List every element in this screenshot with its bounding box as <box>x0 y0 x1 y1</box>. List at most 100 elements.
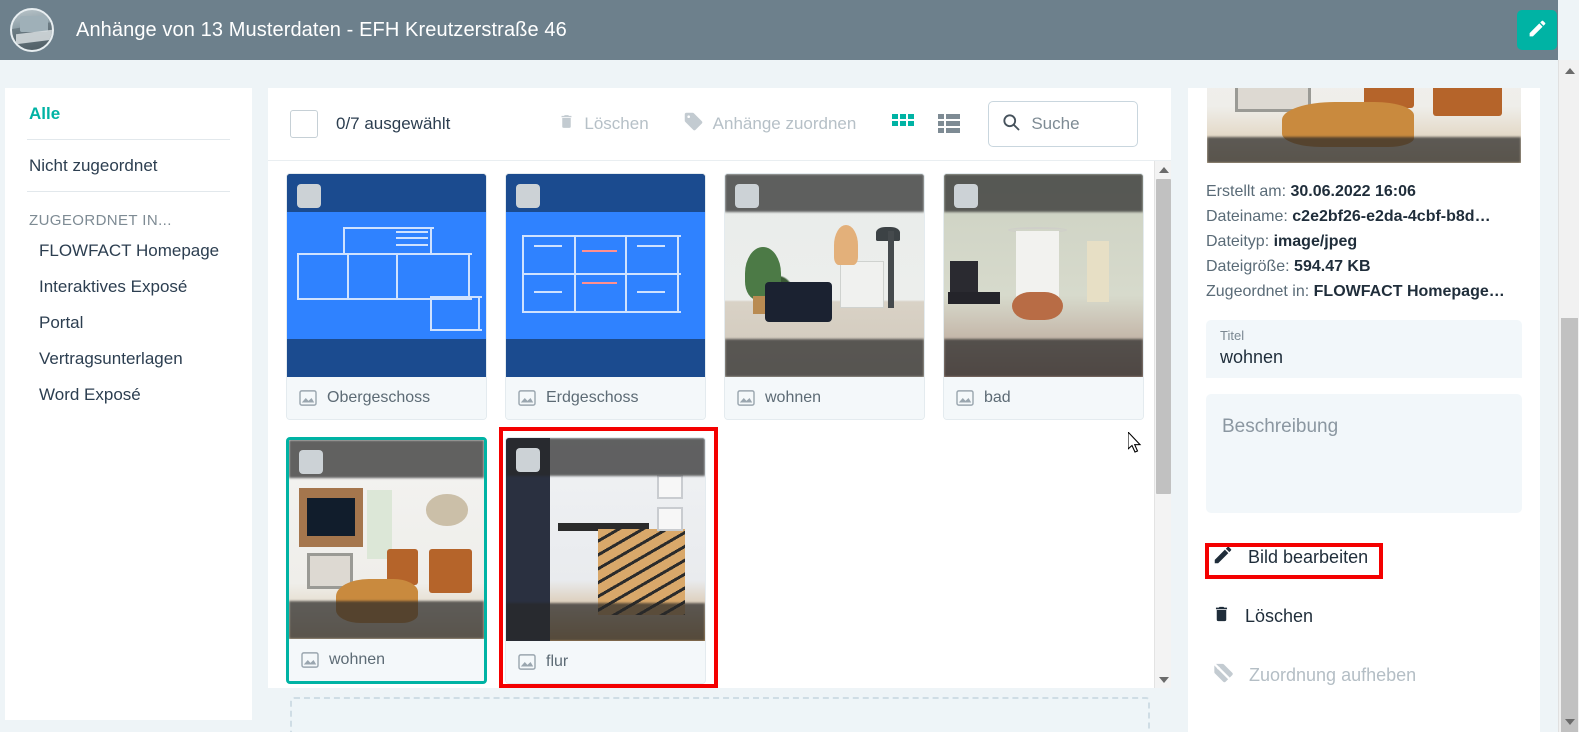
attachment-checkbox[interactable] <box>735 184 759 208</box>
attachment-label-row: wohnen <box>289 639 484 681</box>
select-all-checkbox[interactable] <box>290 110 318 138</box>
app-header: Anhänge von 13 Musterdaten - EFH Kreutze… <box>0 0 1558 60</box>
trash-icon <box>1212 603 1231 630</box>
view-toggle-group <box>892 114 962 134</box>
attachment-details-panel: Erstellt am: 30.06.2022 16:06 Dateiname:… <box>1188 88 1540 732</box>
page-scroll-down-arrow[interactable] <box>1559 711 1579 732</box>
assign-attachments-label: Anhänge zuordnen <box>712 114 857 133</box>
page-title: Anhänge von 13 Musterdaten - EFH Kreutze… <box>76 18 567 41</box>
delete-button[interactable]: Löschen <box>558 111 649 137</box>
delete-attachment-label: Löschen <box>1245 606 1314 626</box>
sidebar-item-vertragsunterlagen[interactable]: Vertragsunterlagen <box>27 341 230 377</box>
image-icon <box>956 390 974 406</box>
meta-filesize-value: 594.47 KB <box>1294 258 1371 275</box>
edit-image-button[interactable]: Bild bearbeiten <box>1206 539 1374 576</box>
page-scrollbar-thumb[interactable] <box>1561 318 1578 732</box>
meta-assigned-value: FLOWFACT Homepage… <box>1313 283 1505 300</box>
sidebar-item-portal[interactable]: Portal <box>27 305 230 341</box>
grid-scrollbar[interactable] <box>1154 161 1171 688</box>
sidebar-group-title: ZUGEORDNET IN... <box>29 212 172 229</box>
attachment-checkbox[interactable] <box>516 448 540 472</box>
attachment-card[interactable]: wohnen <box>724 173 925 420</box>
search-input[interactable]: Suche <box>988 101 1139 147</box>
meta-created-key: Erstellt am: <box>1206 183 1287 200</box>
attachment-checkbox[interactable] <box>297 184 321 208</box>
attachment-card-selected[interactable]: wohnen <box>286 437 487 684</box>
list-view-icon[interactable] <box>938 114 962 134</box>
unassign-label: Zuordnung aufheben <box>1249 665 1417 685</box>
unassign-button: Zuordnung aufheben <box>1206 657 1422 694</box>
title-field[interactable]: Titel wohnen <box>1206 320 1522 378</box>
category-sidebar: Alle Nicht zugeordnet ZUGEORDNET IN... F… <box>5 88 252 720</box>
attachment-metadata: Erstellt am: 30.06.2022 16:06 Dateiname:… <box>1206 179 1522 304</box>
sidebar-item-flowfact-homepage[interactable]: FLOWFACT Homepage <box>27 233 230 269</box>
edit-image-label: Bild bearbeiten <box>1248 547 1369 567</box>
meta-filetype-key: Dateityp: <box>1206 233 1270 250</box>
attachment-card[interactable]: Obergeschoss <box>286 173 487 420</box>
attachment-label: wohnen <box>329 651 386 668</box>
attachment-label: flur <box>546 653 569 670</box>
app-root: Anhänge von 13 Musterdaten - EFH Kreutze… <box>0 0 1579 732</box>
scroll-down-arrow[interactable] <box>1155 671 1172 688</box>
attachment-label: Erdgeschoss <box>546 389 639 406</box>
page-scrollbar[interactable] <box>1558 60 1579 732</box>
attachments-grid-wrapper: Obergeschoss Erdgeschoss wohnen bad wohn… <box>268 161 1171 688</box>
attachment-card[interactable]: Erdgeschoss <box>505 173 706 420</box>
meta-filename: Dateiname: c2e2bf26-e2da-4cbf-b8d… <box>1206 204 1522 229</box>
pencil-icon <box>1212 544 1234 571</box>
search-placeholder: Suche <box>1031 114 1080 133</box>
meta-created: Erstellt am: 30.06.2022 16:06 <box>1206 179 1522 204</box>
attachment-label-row: Obergeschoss <box>287 377 486 419</box>
meta-filetype: Dateityp: image/jpeg <box>1206 229 1522 254</box>
attachment-label: Obergeschoss <box>327 389 431 406</box>
attachments-toolbar: 0/7 ausgewählt Löschen Anhänge zuordnen <box>268 88 1171 161</box>
attachment-card[interactable]: flur <box>505 437 706 684</box>
tag-icon <box>683 111 704 137</box>
sidebar-item-word-expose[interactable]: Word Exposé <box>27 377 230 413</box>
upload-dropzone[interactable] <box>290 697 1150 732</box>
avatar <box>10 8 54 52</box>
meta-filename-key: Dateiname: <box>1206 208 1288 225</box>
attachment-label-row: Erdgeschoss <box>506 377 705 419</box>
attachments-panel: 0/7 ausgewählt Löschen Anhänge zuordnen <box>268 88 1171 688</box>
meta-assigned-key: Zugeordnet in: <box>1206 283 1310 300</box>
title-field-value: wohnen <box>1220 347 1284 367</box>
pencil-icon <box>1527 18 1548 42</box>
meta-filetype-value: image/jpeg <box>1273 233 1358 250</box>
meta-filename-value: c2e2bf26-e2da-4cbf-b8d… <box>1292 208 1491 225</box>
sidebar-item-nicht-zugeordnet[interactable]: Nicht zugeordnet <box>27 140 230 191</box>
attachment-label-row: flur <box>506 641 705 683</box>
description-field[interactable]: Beschreibung <box>1206 394 1522 513</box>
delete-button-label: Löschen <box>584 114 649 133</box>
attachment-card[interactable]: bad <box>943 173 1144 420</box>
header-edit-button[interactable] <box>1517 10 1557 50</box>
assign-attachments-button[interactable]: Anhänge zuordnen <box>683 111 857 137</box>
attachment-checkbox[interactable] <box>299 450 323 474</box>
attachment-label: bad <box>984 389 1011 406</box>
attachment-thumbnail <box>944 174 1143 377</box>
attachments-grid: Obergeschoss Erdgeschoss wohnen bad wohn… <box>268 161 1149 688</box>
meta-filesize-key: Dateigröße: <box>1206 258 1290 275</box>
selection-count-label: 0/7 ausgewählt <box>336 114 451 133</box>
attachment-preview-image <box>1207 88 1521 163</box>
scroll-up-arrow[interactable] <box>1155 161 1172 178</box>
grid-view-icon[interactable] <box>892 114 916 134</box>
image-icon <box>518 654 536 670</box>
image-icon <box>737 390 755 406</box>
attachment-thumbnail <box>506 174 705 377</box>
attachment-label-row: wohnen <box>725 377 924 419</box>
attachment-thumbnail <box>725 174 924 377</box>
trash-icon <box>558 111 575 137</box>
delete-attachment-button[interactable]: Löschen <box>1206 598 1319 635</box>
image-icon <box>301 652 319 668</box>
scrollbar-thumb[interactable] <box>1156 179 1171 494</box>
attachment-checkbox[interactable] <box>516 184 540 208</box>
attachment-thumbnail <box>287 174 486 377</box>
sidebar-item-alle[interactable]: Alle <box>27 88 230 139</box>
tag-remove-icon <box>1212 662 1235 689</box>
attachment-thumbnail <box>506 438 705 641</box>
attachment-checkbox[interactable] <box>954 184 978 208</box>
page-scroll-up-arrow[interactable] <box>1559 60 1579 81</box>
title-field-label: Titel <box>1220 328 1245 343</box>
sidebar-item-interaktives-expose[interactable]: Interaktives Exposé <box>27 269 230 305</box>
